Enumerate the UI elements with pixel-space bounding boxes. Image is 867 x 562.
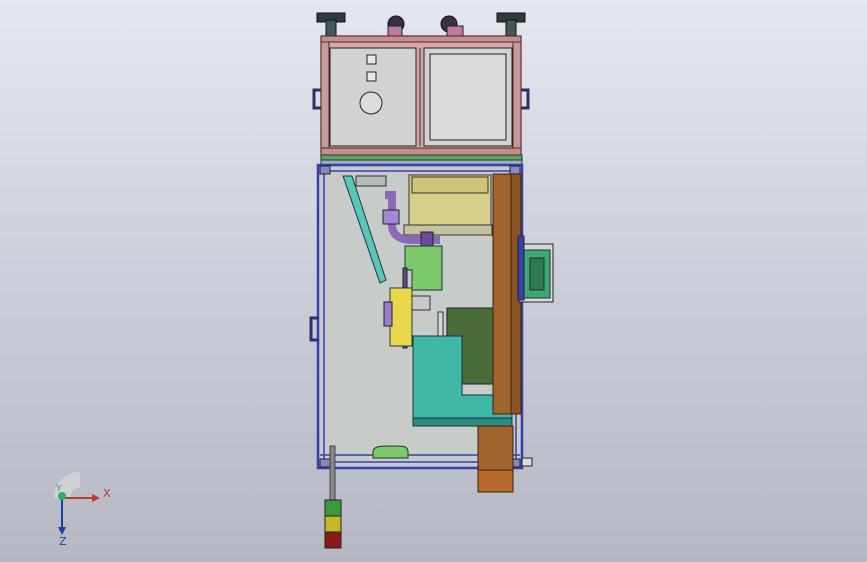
handle-right-upper[interactable] bbox=[521, 88, 530, 110]
mount-bracket-right-post bbox=[505, 19, 517, 39]
stack-light-green bbox=[324, 499, 342, 517]
mount-bracket-left-post bbox=[325, 19, 337, 39]
fixture-post bbox=[437, 311, 444, 337]
corner-fitting-tr bbox=[509, 165, 521, 175]
chute-bracket bbox=[355, 175, 387, 187]
assembly-drawing[interactable] bbox=[0, 0, 867, 562]
stack-light-pole bbox=[329, 445, 336, 501]
floor-pedal[interactable] bbox=[372, 445, 409, 459]
side-board bbox=[492, 173, 512, 415]
triad-z-label: Z bbox=[59, 535, 67, 548]
triad-x-label: X bbox=[103, 487, 111, 500]
triad-y-label: Y bbox=[56, 484, 62, 494]
coordinate-triad-icon bbox=[54, 472, 100, 535]
emergency-stop[interactable] bbox=[359, 91, 383, 115]
corner-fitting-tl bbox=[319, 165, 331, 175]
transformer-top bbox=[411, 176, 489, 194]
stack-light-yellow bbox=[324, 515, 342, 533]
valve-body bbox=[382, 209, 400, 225]
cad-viewport[interactable]: X Y Z bbox=[0, 0, 867, 562]
cabinet-right-post bbox=[512, 41, 522, 149]
side-box-mount bbox=[517, 235, 525, 301]
pipe-coupler bbox=[420, 231, 434, 247]
lower-frame[interactable] bbox=[309, 163, 554, 549]
corner-fitting-bl bbox=[319, 458, 331, 468]
side-control-screen bbox=[529, 257, 545, 291]
actuator-plate bbox=[411, 295, 431, 311]
cabinet-top-rail bbox=[320, 35, 522, 43]
button-middle[interactable] bbox=[366, 71, 377, 82]
actuator-housing bbox=[389, 287, 413, 347]
transformer-base bbox=[403, 224, 493, 236]
actuator-rod bbox=[383, 301, 393, 327]
corner-clip-br bbox=[521, 457, 533, 467]
stack-light-red bbox=[324, 531, 342, 549]
outfeed-board-lower bbox=[477, 469, 514, 493]
button-top[interactable] bbox=[366, 54, 377, 65]
handle-left-upper[interactable] bbox=[312, 88, 321, 110]
upper-cabinet[interactable] bbox=[312, 12, 530, 166]
access-door-window bbox=[429, 53, 507, 141]
cabinet-left-post bbox=[320, 41, 330, 149]
fixture-foot bbox=[412, 417, 513, 427]
